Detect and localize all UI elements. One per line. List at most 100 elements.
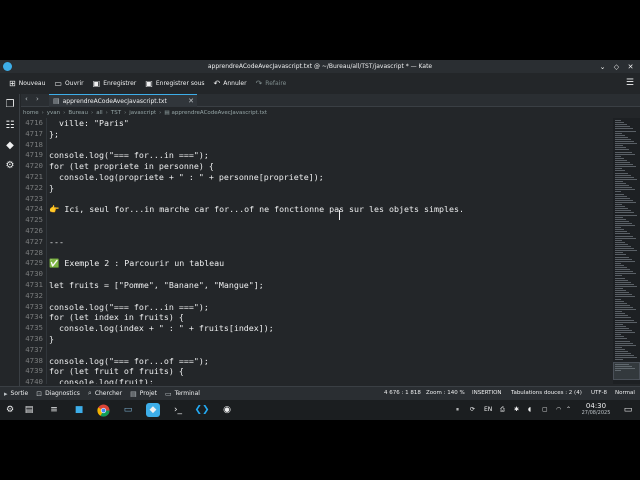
- line-number[interactable]: 4734: [21, 312, 43, 323]
- line-number[interactable]: 4729: [21, 258, 43, 269]
- line-number[interactable]: 4735: [21, 323, 43, 334]
- line-number[interactable]: 4725: [21, 215, 43, 226]
- save-as-button[interactable]: ▣ Enregistrer sous: [141, 76, 208, 91]
- vscode-icon[interactable]: ❮❯: [194, 403, 209, 417]
- line-number[interactable]: 4720: [21, 161, 43, 172]
- line-number[interactable]: 4723: [21, 194, 43, 205]
- breadcrumb-item[interactable]: javascript: [129, 110, 156, 116]
- clock[interactable]: 04:30 27/08/2025: [578, 402, 614, 416]
- line-number[interactable]: 4718: [21, 140, 43, 151]
- code-line[interactable]: ville: "Paris": [49, 118, 609, 129]
- terminal-taskbar-icon[interactable]: ›_: [171, 403, 185, 417]
- line-number[interactable]: 4728: [21, 248, 43, 259]
- breadcrumb-item[interactable]: all: [96, 110, 102, 116]
- clipboard-icon[interactable]: ▢: [542, 406, 548, 413]
- project-list-icon[interactable]: ☷: [3, 118, 17, 132]
- store-icon[interactable]: ■: [72, 403, 86, 417]
- code-line[interactable]: for (let index in fruits) {: [49, 312, 609, 323]
- obs-icon[interactable]: ◉: [220, 403, 234, 417]
- task-manager-icon[interactable]: ≡: [47, 403, 61, 417]
- network-icon[interactable]: ⟳: [470, 406, 475, 413]
- code-line[interactable]: for (let fruit of fruits) {: [49, 366, 609, 377]
- code-line[interactable]: console.log(propriete + " : " + personne…: [49, 172, 609, 183]
- tab-forward-icon[interactable]: ›: [36, 95, 39, 103]
- symbols-icon[interactable]: ⚙: [3, 158, 17, 172]
- code-line[interactable]: let fruits = ["Pomme", "Banane", "Mangue…: [49, 280, 609, 291]
- save-button[interactable]: ▣ Enregistrer: [89, 76, 141, 91]
- minimize-icon[interactable]: ⌄: [597, 61, 608, 72]
- tray-expand-icon[interactable]: ⌃: [566, 406, 571, 413]
- code-line[interactable]: console.log("=== for...in ===");: [49, 150, 609, 161]
- app-launcher-icon[interactable]: ⚙: [3, 403, 17, 417]
- input-mode[interactable]: INSERTION: [472, 390, 502, 396]
- bluetooth-icon[interactable]: ✱: [514, 406, 519, 413]
- code-line[interactable]: [49, 269, 609, 280]
- line-number[interactable]: 4732: [21, 291, 43, 302]
- media-icon[interactable]: ⏸: [456, 406, 459, 414]
- file-manager-icon[interactable]: ▭: [121, 403, 135, 417]
- breadcrumb-item[interactable]: Bureau: [68, 110, 88, 116]
- code-line[interactable]: [49, 215, 609, 226]
- minimap-scrollbar[interactable]: [613, 118, 640, 384]
- code-line[interactable]: [49, 140, 609, 151]
- code-line[interactable]: [49, 248, 609, 259]
- syntax-mode[interactable]: Normal: [615, 390, 635, 396]
- undo-button[interactable]: ↶ Annuler: [210, 76, 251, 91]
- line-number[interactable]: 4736: [21, 334, 43, 345]
- breadcrumb-item[interactable]: yvan: [47, 110, 60, 116]
- breadcrumb-item[interactable]: TST: [111, 110, 121, 116]
- line-number-gutter[interactable]: 4716 4717 4718 4719 4720 4721 4722 4723 4724 4725…: [21, 118, 47, 384]
- breadcrumb-item[interactable]: home: [23, 110, 39, 116]
- maximize-icon[interactable]: ◇: [611, 61, 622, 72]
- code-line[interactable]: };: [49, 129, 609, 140]
- code-line[interactable]: [49, 194, 609, 205]
- git-icon[interactable]: ◆: [3, 138, 17, 152]
- code-line[interactable]: console.log(fruit);: [49, 377, 609, 384]
- output-button[interactable]: ▸ Sortie: [4, 390, 28, 398]
- chrome-icon[interactable]: [96, 403, 110, 417]
- redo-button[interactable]: ↷ Refaire: [252, 76, 291, 91]
- breadcrumb-item[interactable]: apprendreACodeAvecJavascript.txt: [172, 110, 268, 116]
- terminal-button[interactable]: ▭ Terminal: [165, 390, 200, 398]
- new-button[interactable]: ⊞ Nouveau: [5, 76, 49, 91]
- tab-back-icon[interactable]: ‹: [25, 95, 28, 103]
- code-line[interactable]: console.log("=== for...in ===");: [49, 302, 609, 313]
- wifi-icon[interactable]: ◠: [556, 406, 561, 413]
- code-line[interactable]: ---: [49, 237, 609, 248]
- show-desktop-icon[interactable]: ▭: [621, 403, 635, 417]
- keyboard-layout[interactable]: EN: [484, 406, 492, 413]
- code-line[interactable]: ✅ Exemple 2 : Parcourir un tableau: [49, 258, 609, 269]
- line-number[interactable]: 4726: [21, 226, 43, 237]
- indentation-setting[interactable]: Tabulations douces : 2 (4): [511, 390, 582, 396]
- code-line[interactable]: 👉 Ici, seul for...in marche car for...of…: [49, 204, 609, 215]
- title-bar[interactable]: apprendreACodeAvecJavascript.txt @ ~/Bur…: [0, 60, 640, 73]
- line-number[interactable]: 4739: [21, 366, 43, 377]
- volume-icon[interactable]: ◖: [528, 406, 531, 413]
- line-number[interactable]: 4717: [21, 129, 43, 140]
- code-area[interactable]: ville: "Paris"}; console.log("=== for...i…: [49, 118, 609, 384]
- notifications-icon[interactable]: ⎙: [500, 406, 505, 414]
- line-number[interactable]: 4721: [21, 172, 43, 183]
- line-number[interactable]: 4716: [21, 118, 43, 129]
- virtual-desktop-icon[interactable]: ▤: [22, 403, 36, 417]
- line-number[interactable]: 4740: [21, 377, 43, 384]
- documents-icon[interactable]: ❐: [3, 97, 17, 111]
- code-line[interactable]: for (let propriete in personne) {: [49, 161, 609, 172]
- tab-close-icon[interactable]: ✕: [188, 97, 194, 105]
- code-line[interactable]: console.log(index + " : " + fruits[index…: [49, 323, 609, 334]
- line-number[interactable]: 4730: [21, 269, 43, 280]
- code-editor[interactable]: 4716 4717 4718 4719 4720 4721 4722 4723 4724 4725…: [21, 118, 613, 384]
- line-number[interactable]: 4727: [21, 237, 43, 248]
- zoom-level[interactable]: Zoom : 140 %: [426, 390, 465, 396]
- code-line[interactable]: [49, 226, 609, 237]
- code-line[interactable]: }: [49, 334, 609, 345]
- cursor-position[interactable]: 4 676 : 1 818: [384, 390, 421, 396]
- line-number[interactable]: 4731: [21, 280, 43, 291]
- line-number[interactable]: 4719: [21, 150, 43, 161]
- minimap-viewport[interactable]: [613, 362, 640, 380]
- close-icon[interactable]: ✕: [625, 61, 636, 72]
- line-number[interactable]: 4733: [21, 302, 43, 313]
- line-number[interactable]: 4722: [21, 183, 43, 194]
- line-number[interactable]: 4737: [21, 345, 43, 356]
- open-button[interactable]: ▭ Ouvrir: [50, 76, 87, 91]
